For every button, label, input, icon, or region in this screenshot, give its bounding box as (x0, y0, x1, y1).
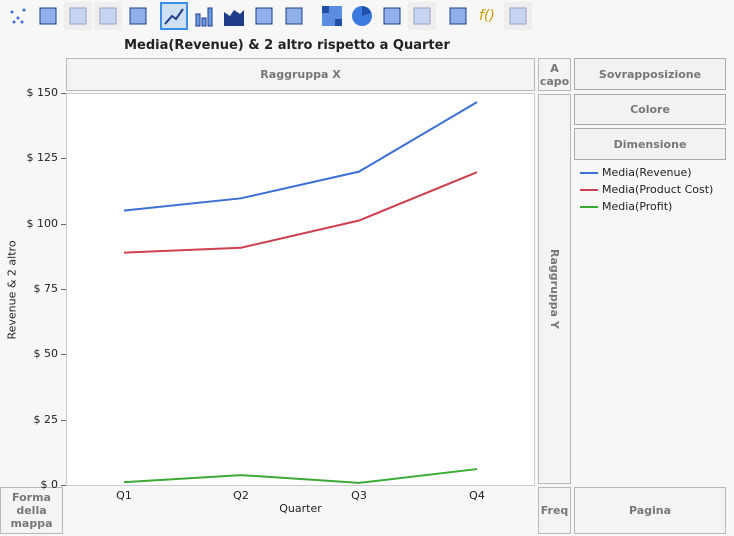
box-plot-icon[interactable] (250, 2, 278, 30)
legend-swatch (580, 188, 598, 191)
y-tick-label: $ 125 (26, 151, 59, 165)
y-tick-label: $ 75 (33, 282, 59, 295)
bar-icon[interactable] (190, 2, 218, 30)
color-zone[interactable]: Colore (574, 94, 726, 125)
legend-label: Media(Profit) (602, 200, 673, 213)
svg-text:f(): f() (479, 8, 495, 24)
group-y-zone[interactable]: Raggruppa Y (538, 94, 571, 484)
legend-label: Media(Product Cost) (602, 183, 714, 196)
x-axis-title[interactable]: Quarter (66, 502, 535, 515)
size-zone[interactable]: Dimensione (574, 128, 726, 160)
treemap-icon[interactable] (378, 2, 406, 30)
caption-box-icon[interactable] (444, 2, 472, 30)
series-line-media-profit-[interactable] (123, 468, 478, 484)
y-tick-label: $ 100 (26, 216, 59, 230)
group-x-zone[interactable]: Raggruppa X (66, 58, 535, 91)
plot-area[interactable] (66, 93, 535, 486)
page-zone[interactable]: Pagina (574, 487, 726, 534)
line-icon[interactable] (160, 2, 188, 30)
mosaic-icon[interactable] (408, 2, 436, 30)
heatmap-icon[interactable] (318, 2, 346, 30)
map-shape-zone[interactable]: Forma della mappa (0, 487, 63, 534)
x-tick-label: Q4 (469, 489, 485, 502)
legend-item[interactable]: Media(Profit) (580, 200, 672, 213)
graph-title: Media(Revenue) & 2 altro rispetto a Quar… (124, 38, 450, 53)
freq-zone[interactable]: Freq (538, 487, 571, 534)
group-y-label: Raggruppa Y (548, 249, 561, 329)
pie-icon[interactable] (348, 2, 376, 30)
x-tick-label: Q2 (233, 489, 249, 502)
smoother-icon[interactable] (34, 2, 62, 30)
y-tick-label: $ 0 (40, 478, 59, 491)
legend-item[interactable]: Media(Product Cost) (580, 183, 713, 196)
contour-icon[interactable] (124, 2, 152, 30)
map-shapes-icon[interactable] (504, 2, 532, 30)
legend-item[interactable]: Media(Revenue) (580, 166, 692, 179)
wrap-zone[interactable]: A capo (538, 58, 571, 91)
legend-swatch (580, 205, 598, 208)
legend-label: Media(Revenue) (602, 166, 692, 179)
line-of-fit-icon[interactable] (64, 2, 92, 30)
area-icon[interactable] (220, 2, 248, 30)
points-icon[interactable] (4, 2, 32, 30)
y-tick-label: $ 50 (33, 347, 59, 361)
histogram-icon[interactable] (280, 2, 308, 30)
y-tick-label: $ 25 (33, 412, 59, 426)
ellipse-icon[interactable] (94, 2, 122, 30)
legend-swatch (580, 171, 598, 174)
y-tick-label: $ 150 (26, 86, 59, 99)
formula-icon[interactable]: f() (474, 2, 502, 30)
overlay-zone[interactable]: Sovrapposizione (574, 58, 726, 90)
x-tick-label: Q3 (351, 489, 367, 502)
x-tick-label: Q1 (116, 489, 132, 502)
